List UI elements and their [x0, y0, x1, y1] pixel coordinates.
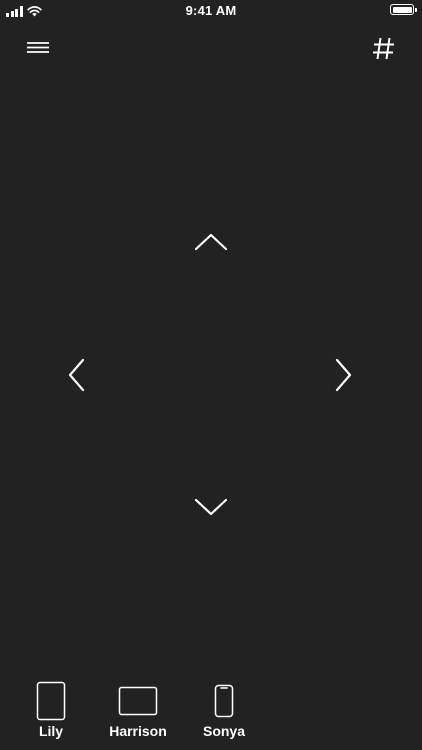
chevron-left-icon [68, 358, 85, 392]
device-label: Sonya [202, 723, 245, 739]
dpad-left-button[interactable] [63, 355, 89, 395]
battery-icon [390, 4, 417, 15]
device-harrison[interactable]: Harrison [103, 680, 173, 742]
tv-icon [118, 686, 158, 716]
hash-icon [373, 37, 394, 60]
device-lily[interactable]: Lily [26, 680, 76, 742]
status-bar: 9:41 AM [0, 0, 422, 22]
hamburger-menu-icon [27, 42, 49, 53]
chevron-up-icon [194, 233, 228, 251]
device-selector: Lily Harrison Sonya [0, 680, 422, 742]
menu-button[interactable] [24, 36, 52, 60]
chevron-right-icon [335, 358, 352, 392]
dpad-up-button[interactable] [191, 228, 231, 254]
keypad-button[interactable] [370, 33, 398, 63]
status-time: 9:41 AM [185, 3, 237, 18]
device-sonya[interactable]: Sonya [199, 680, 249, 742]
tablet-icon [36, 681, 66, 721]
dpad-down-button[interactable] [191, 494, 231, 520]
chevron-down-icon [194, 498, 228, 516]
device-label: Lily [38, 723, 64, 739]
device-label: Harrison [109, 723, 167, 739]
dpad-right-button[interactable] [331, 355, 357, 395]
phone-icon [214, 684, 234, 718]
